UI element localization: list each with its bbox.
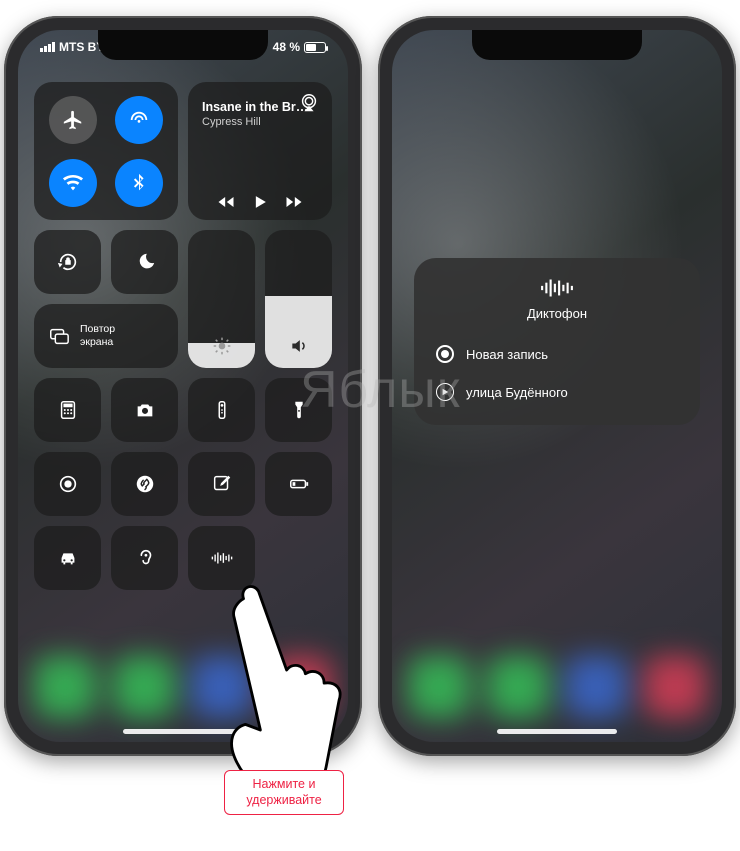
waveform-icon [540, 276, 574, 300]
notes-button[interactable] [188, 452, 255, 516]
hearing-button[interactable] [111, 526, 178, 590]
calculator-button[interactable] [34, 378, 101, 442]
speaker-icon [289, 336, 309, 356]
flashlight-icon [288, 399, 310, 421]
voice-memos-popup: Диктофон Новая запись улица Будённого [414, 258, 700, 425]
ear-icon [134, 547, 156, 569]
bluetooth-toggle[interactable] [115, 159, 163, 207]
battery-percent: 48 % [273, 40, 300, 54]
camera-button[interactable] [111, 378, 178, 442]
calculator-icon [57, 399, 79, 421]
screen-record-button[interactable] [34, 452, 101, 516]
carplay-button[interactable] [34, 526, 101, 590]
play-ring-icon [436, 383, 454, 401]
popup-item-label: Новая запись [466, 347, 548, 362]
sun-icon [212, 336, 232, 356]
low-power-button[interactable] [265, 452, 332, 516]
waveform-icon [211, 547, 233, 569]
flashlight-button[interactable] [265, 378, 332, 442]
popup-item-recent-recording[interactable]: улица Будённого [432, 373, 682, 411]
hint-line2: удерживайте [246, 793, 321, 807]
airplane-mode-toggle[interactable] [49, 96, 97, 144]
record-icon [57, 473, 79, 495]
camera-icon [134, 399, 156, 421]
compose-icon [211, 473, 233, 495]
notch [98, 30, 268, 60]
do-not-disturb-toggle[interactable] [111, 230, 178, 294]
battery-icon [304, 42, 326, 53]
home-indicator[interactable] [497, 729, 617, 734]
notch [472, 30, 642, 60]
iphone-frame-right: Диктофон Новая запись улица Будённого [378, 16, 736, 756]
cellular-data-toggle[interactable] [115, 96, 163, 144]
dock-blur [392, 632, 722, 742]
record-dot-icon [436, 345, 454, 363]
connectivity-group [34, 82, 178, 220]
battery-low-icon [288, 473, 310, 495]
airplay-icon[interactable] [298, 92, 320, 114]
play-button[interactable] [250, 192, 270, 212]
forward-button[interactable] [284, 192, 304, 212]
media-controls[interactable]: Insane in the Br… Cypress Hill [188, 82, 332, 220]
now-playing-artist: Cypress Hill [202, 116, 318, 128]
shazam-button[interactable] [111, 452, 178, 516]
wifi-toggle[interactable] [49, 159, 97, 207]
brightness-slider[interactable] [188, 230, 255, 368]
screen-mirroring-button[interactable]: Повтор экрана [34, 304, 178, 368]
popup-item-label: улица Будённого [466, 385, 568, 400]
remote-icon [211, 399, 233, 421]
apple-tv-remote-button[interactable] [188, 378, 255, 442]
hint-line1: Нажмите и [253, 777, 316, 791]
screen-mirroring-label: Повтор экрана [80, 323, 115, 348]
screen-right: Диктофон Новая запись улица Будённого [392, 30, 722, 742]
orientation-lock-toggle[interactable] [34, 230, 101, 294]
shazam-icon [134, 473, 156, 495]
gesture-hint: Нажмите и удерживайте [224, 770, 344, 815]
volume-slider[interactable] [265, 230, 332, 368]
popup-item-new-recording[interactable]: Новая запись [432, 335, 682, 373]
car-icon [57, 547, 79, 569]
cellular-bars-icon [40, 42, 55, 52]
rewind-button[interactable] [216, 192, 236, 212]
popup-title: Диктофон [527, 306, 587, 321]
